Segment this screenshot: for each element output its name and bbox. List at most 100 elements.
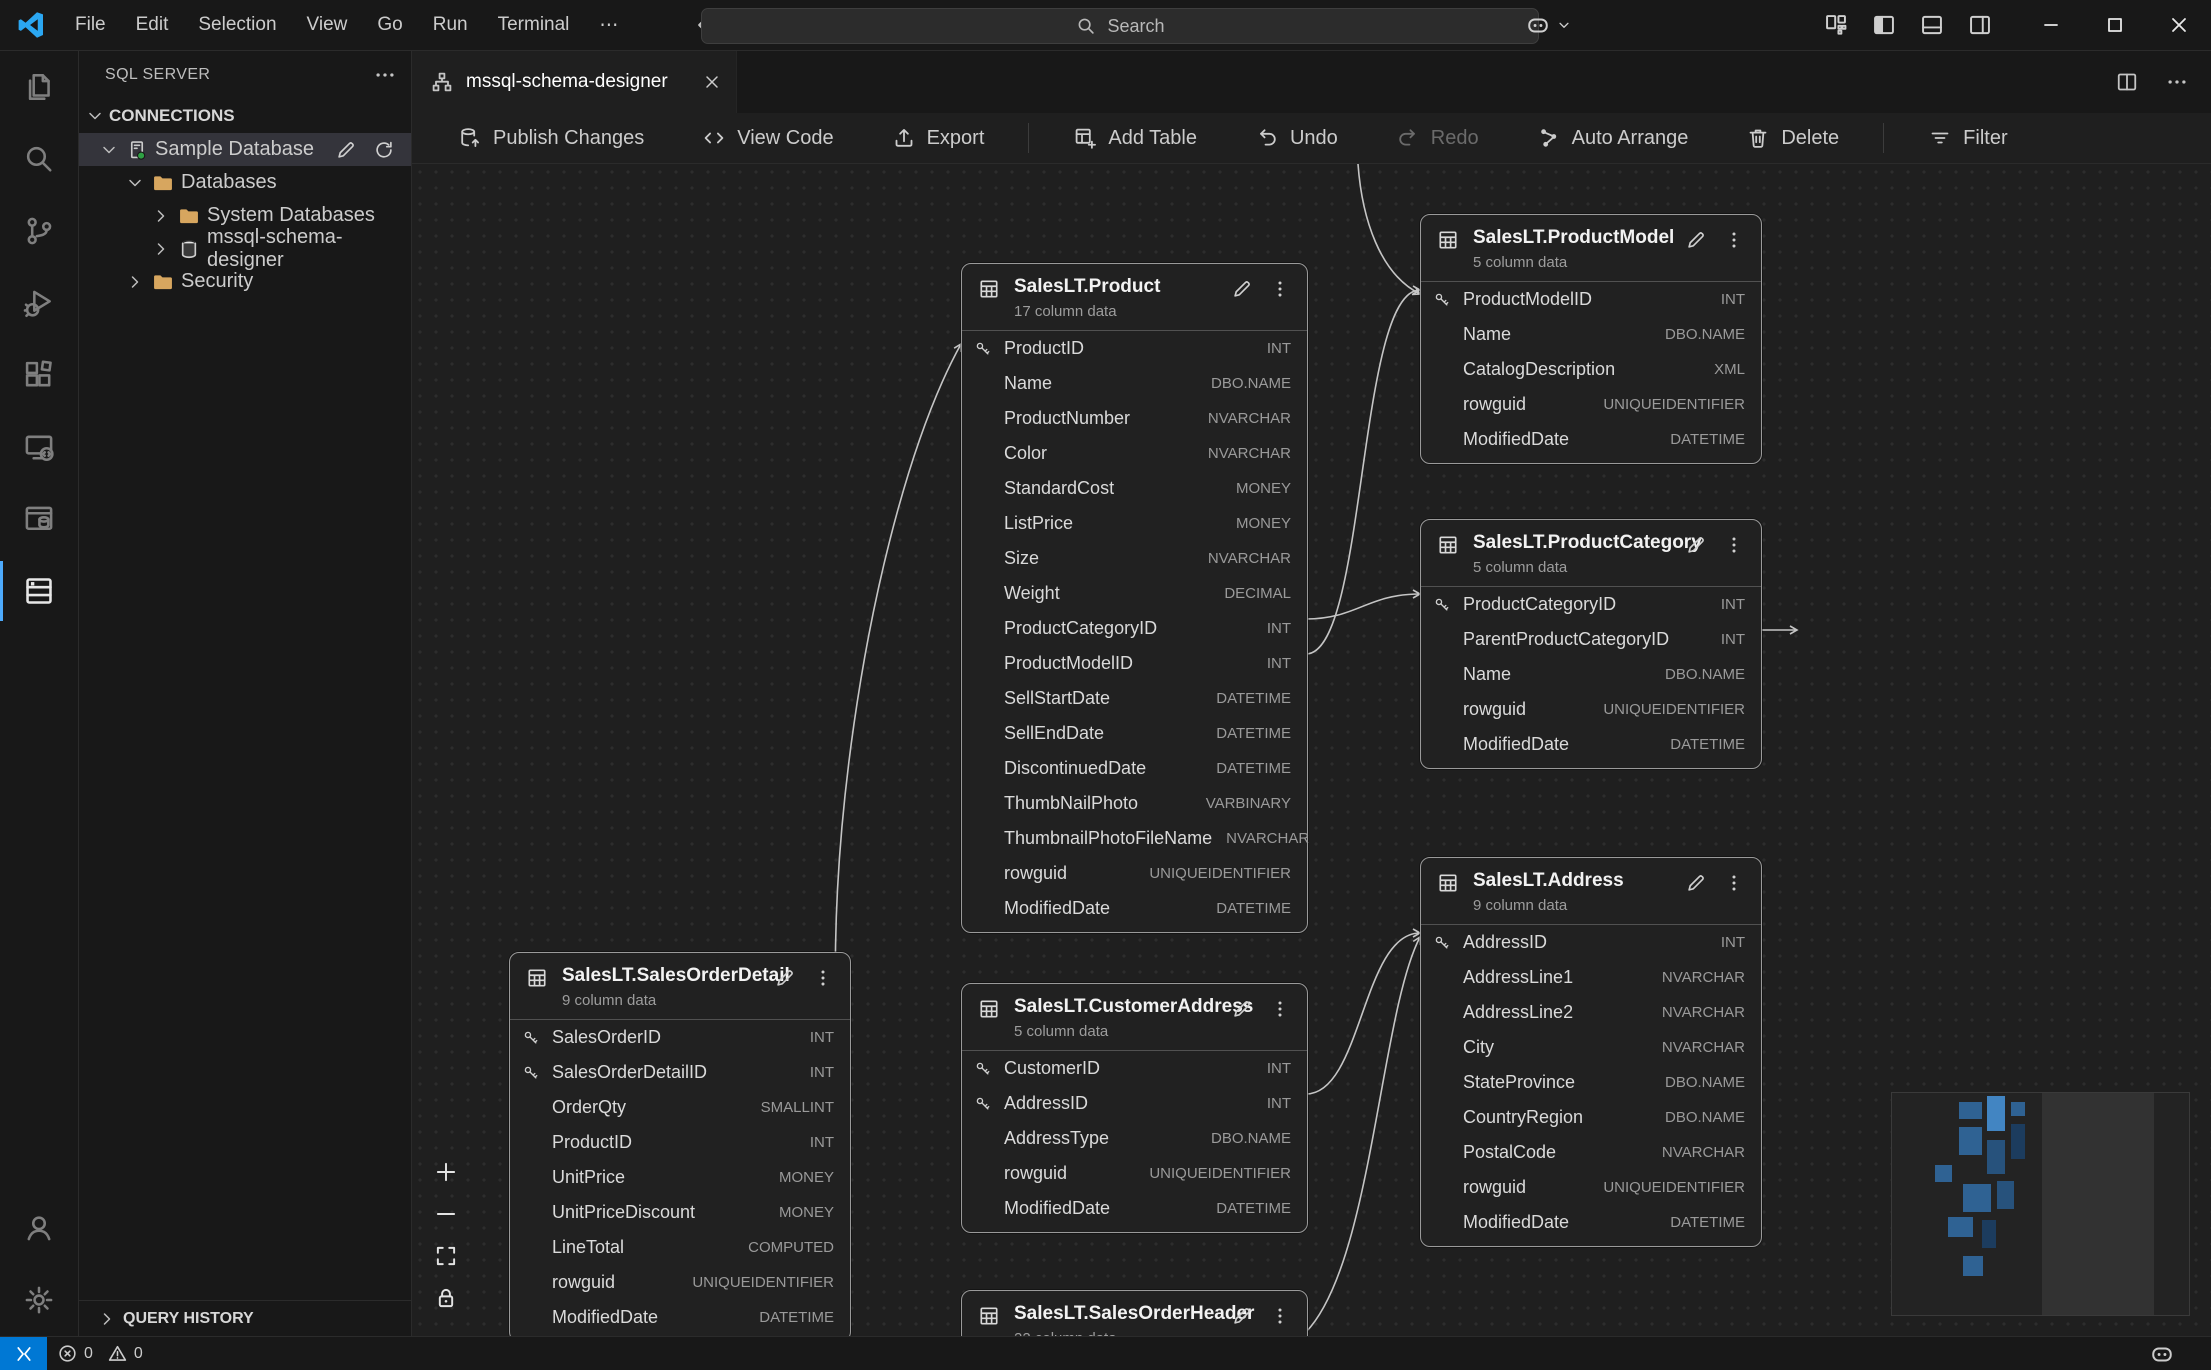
table-node-product[interactable]: SalesLT.Product17 column dataProductIDIN… [961,263,1308,933]
table-menu-icon[interactable] [1723,872,1745,914]
column-row-addressid[interactable]: AddressIDINT [1421,925,1761,960]
zoom-out-button[interactable] [426,1194,466,1234]
toggle-sidebar-icon[interactable] [1871,12,1897,38]
column-row-name[interactable]: NameDBO.NAME [1421,317,1761,352]
menu-go[interactable]: Go [364,9,415,41]
column-row-catalogdescription[interactable]: CatalogDescriptionXML [1421,352,1761,387]
fit-view-button[interactable] [426,1236,466,1276]
menu-view[interactable]: View [294,9,361,41]
menu-edit[interactable]: Edit [123,9,182,41]
connections-section-header[interactable]: CONNECTIONS [79,99,411,133]
table-node-address[interactable]: SalesLT.Address9 column dataAddressIDINT… [1420,857,1762,1247]
column-row-linetotal[interactable]: LineTotalCOMPUTED [510,1230,850,1265]
activity-item-remote-explorer[interactable] [0,411,78,483]
activity-item-run-debug[interactable] [0,267,78,339]
edit-table-icon[interactable] [1685,229,1707,271]
menu-terminal[interactable]: Terminal [485,9,583,41]
column-row-productmodelid[interactable]: ProductModelIDINT [962,646,1307,681]
column-row-thumbnailphoto[interactable]: ThumbNailPhotoVARBINARY [962,786,1307,821]
minimize-button[interactable] [2019,0,2083,50]
menu-file[interactable]: File [62,9,119,41]
edit-table-icon[interactable] [1231,278,1253,320]
activity-item-schema-designer[interactable] [0,555,78,627]
tree-item-sample-database[interactable]: Sample Database [79,133,411,166]
column-row-weight[interactable]: WeightDECIMAL [962,576,1307,611]
column-row-city[interactable]: CityNVARCHAR [1421,1030,1761,1065]
connector-product-modelid-to-productmodel[interactable] [1306,290,1420,654]
column-row-size[interactable]: SizeNVARCHAR [962,541,1307,576]
table-node-product-category[interactable]: SalesLT.ProductCategory5 column dataProd… [1420,519,1762,769]
zoom-in-button[interactable] [426,1152,466,1192]
column-row-name[interactable]: NameDBO.NAME [1421,657,1761,692]
column-row-unitpricediscount[interactable]: UnitPriceDiscountMONEY [510,1195,850,1230]
column-row-rowguid[interactable]: rowguidUNIQUEIDENTIFIER [962,1156,1307,1191]
table-menu-icon[interactable] [1269,1305,1291,1336]
toolbar-filter-button[interactable]: Filter [1928,126,2007,150]
column-row-parentproductcategoryid[interactable]: ParentProductCategoryIDINT [1421,622,1761,657]
editor-more-actions-icon[interactable] [2165,70,2189,94]
tree-item-databases[interactable]: Databases [79,166,411,199]
edit-table-icon[interactable] [1685,872,1707,914]
column-row-listprice[interactable]: ListPriceMONEY [962,506,1307,541]
query-history-section[interactable]: QUERY HISTORY [79,1300,411,1336]
menu-selection[interactable]: Selection [185,9,289,41]
column-row-rowguid[interactable]: rowguidUNIQUEIDENTIFIER [1421,1170,1761,1205]
minimap[interactable] [1891,1092,2190,1316]
column-row-rowguid[interactable]: rowguidUNIQUEIDENTIFIER [1421,692,1761,727]
edit-table-icon[interactable] [1231,1305,1253,1336]
customize-layout-icon[interactable] [1823,12,1849,38]
connector-offscreen-top-to-productmodel[interactable] [1358,164,1420,294]
column-row-productcategoryid[interactable]: ProductCategoryIDINT [962,611,1307,646]
table-menu-icon[interactable] [1269,998,1291,1040]
column-row-productmodelid[interactable]: ProductModelIDINT [1421,282,1761,317]
table-menu-icon[interactable] [1723,229,1745,271]
column-row-modifieddate[interactable]: ModifiedDateDATETIME [1421,1205,1761,1240]
column-row-postalcode[interactable]: PostalCodeNVARCHAR [1421,1135,1761,1170]
sidebar-more-actions-icon[interactable] [373,63,397,87]
column-row-standardcost[interactable]: StandardCostMONEY [962,471,1307,506]
column-row-rowguid[interactable]: rowguidUNIQUEIDENTIFIER [1421,387,1761,422]
toolbar-export-button[interactable]: Export [892,126,985,150]
toolbar-delete-button[interactable]: Delete [1746,126,1839,150]
edit-table-icon[interactable] [1231,998,1253,1040]
schema-canvas[interactable]: SalesLT.Product17 column dataProductIDIN… [412,164,2211,1336]
refresh-icon[interactable] [373,139,395,161]
activity-item-settings[interactable] [0,1264,78,1336]
column-row-sellstartdate[interactable]: SellStartDateDATETIME [962,681,1307,716]
column-row-modifieddate[interactable]: ModifiedDateDATETIME [962,1191,1307,1226]
toolbar-auto-arrange-button[interactable]: Auto Arrange [1537,126,1689,150]
split-editor-icon[interactable] [2115,70,2139,94]
column-row-rowguid[interactable]: rowguidUNIQUEIDENTIFIER [962,856,1307,891]
column-row-addressid[interactable]: AddressIDINT [962,1086,1307,1121]
tree-item-security[interactable]: Security [79,265,411,298]
copilot-status-icon[interactable] [2149,1341,2175,1367]
toolbar-view-code-button[interactable]: View Code [702,126,833,150]
activity-item-account[interactable] [0,1192,78,1264]
minimap-viewport[interactable] [2042,1093,2154,1315]
column-row-modifieddate[interactable]: ModifiedDateDATETIME [962,891,1307,926]
column-row-salesorderid[interactable]: SalesOrderIDINT [510,1020,850,1055]
column-row-unitprice[interactable]: UnitPriceMONEY [510,1160,850,1195]
table-node-customer-address[interactable]: SalesLT.CustomerAddress5 column dataCust… [961,983,1308,1233]
toggle-panel-icon[interactable] [1919,12,1945,38]
connector-salesorderheader-to-address[interactable] [1306,937,1420,1332]
remote-indicator[interactable] [0,1337,47,1370]
column-row-productid[interactable]: ProductIDINT [962,331,1307,366]
edit-table-icon[interactable] [774,967,796,1009]
activity-item-source-control[interactable] [0,195,78,267]
activity-item-sql-server[interactable] [0,483,78,555]
table-node-sales-order-detail[interactable]: SalesLT.SalesOrderDetail9 column dataSal… [509,952,851,1336]
column-row-modifieddate[interactable]: ModifiedDateDATETIME [1421,422,1761,457]
column-row-orderqty[interactable]: OrderQtySMALLINT [510,1090,850,1125]
tab-mssql-schema-designer[interactable]: mssql-schema-designer [412,51,737,113]
activity-item-explorer[interactable] [0,51,78,123]
tree-item-mssql-schema-designer[interactable]: mssql-schema-designer [79,232,411,265]
copilot-menu[interactable] [1525,12,1573,38]
toolbar-undo-button[interactable]: Undo [1255,126,1338,150]
toolbar-publish-changes-button[interactable]: Publish Changes [458,126,644,150]
column-row-rowguid[interactable]: rowguidUNIQUEIDENTIFIER [510,1265,850,1300]
table-menu-icon[interactable] [1723,534,1745,576]
connector-customeraddress-addressid-to-address[interactable] [1306,933,1420,1094]
column-row-addressline1[interactable]: AddressLine1NVARCHAR [1421,960,1761,995]
lock-button[interactable] [426,1278,466,1318]
